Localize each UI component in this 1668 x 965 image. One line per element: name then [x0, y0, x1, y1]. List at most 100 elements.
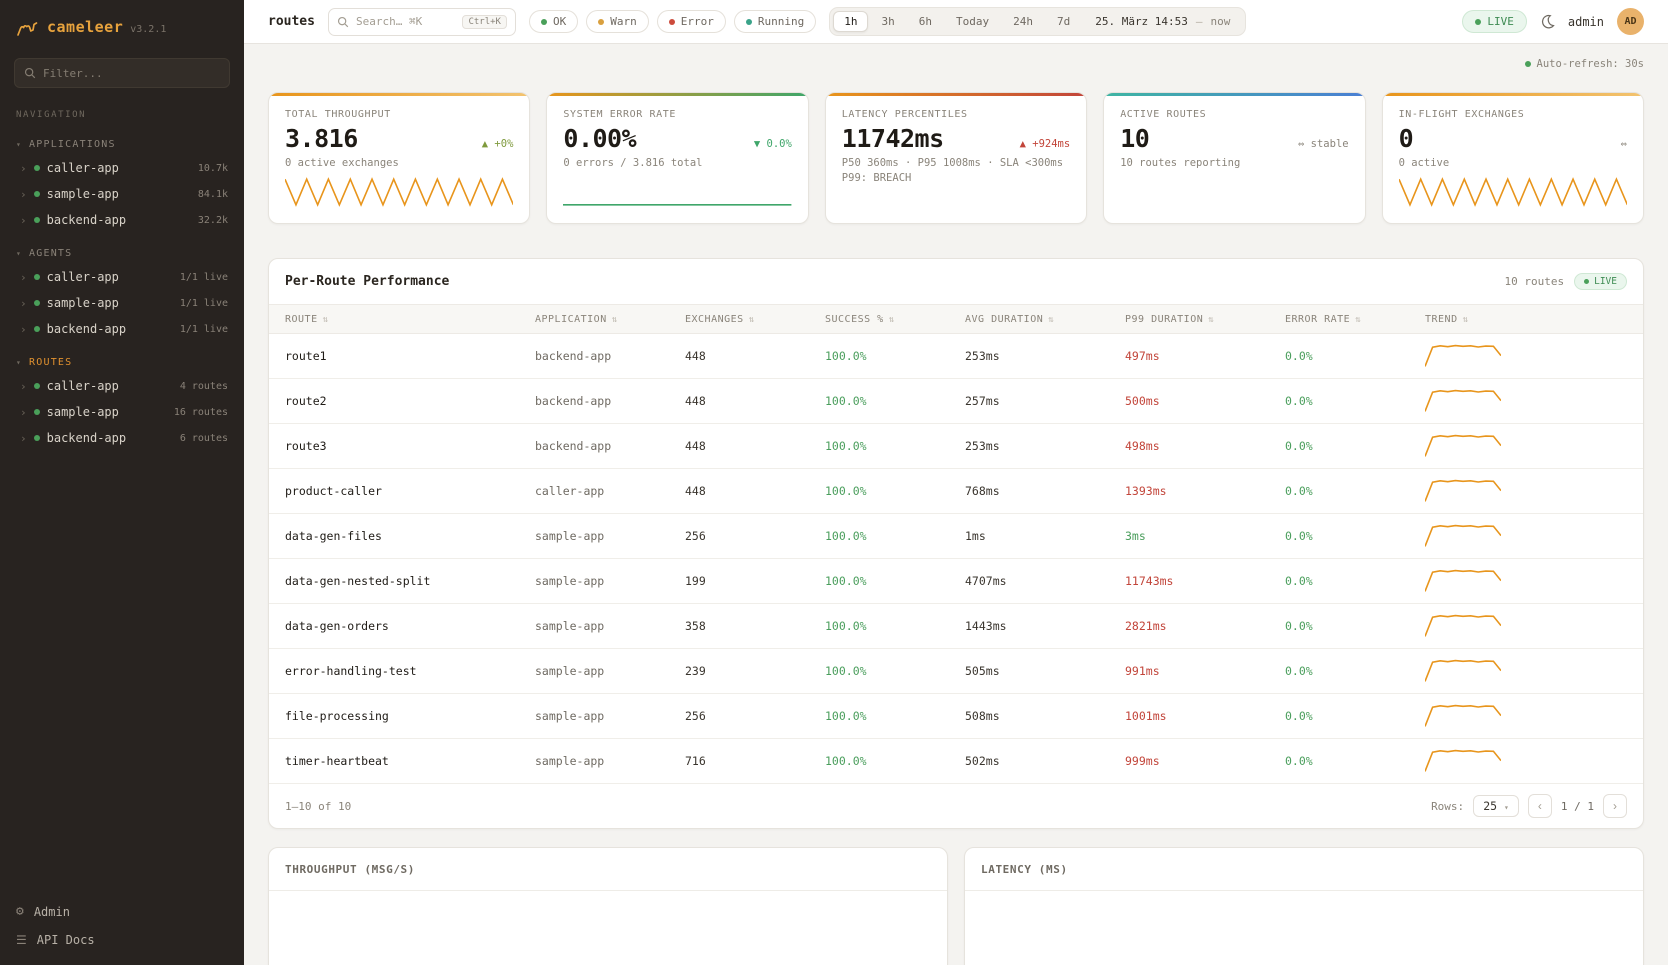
- time-range-button[interactable]: 24h: [1002, 11, 1044, 32]
- chart-panel: LATENCY (MS): [964, 847, 1644, 965]
- docs-icon: [16, 933, 27, 947]
- cell-route: data-gen-nested-split: [285, 574, 535, 588]
- section-header-agents[interactable]: AGENTS: [0, 243, 244, 264]
- time-range-button[interactable]: 7d: [1046, 11, 1081, 32]
- rows-per-page-select[interactable]: 25: [1473, 795, 1519, 817]
- table-row[interactable]: data-gen-files sample-app 256 100.0% 1ms…: [269, 514, 1643, 559]
- sidebar-item-badge: 1/1 live: [180, 298, 228, 309]
- cell-error-rate: 0.0%: [1285, 394, 1425, 408]
- table-live-badge: LIVE: [1574, 273, 1627, 290]
- cell-success: 100.0%: [825, 574, 965, 588]
- section-header-routes[interactable]: ROUTES: [0, 352, 244, 373]
- table-footer: 1–10 of 10 Rows: 25 ‹ 1 / 1 ›: [269, 784, 1643, 828]
- sidebar-item-label: caller-app: [47, 161, 119, 175]
- sidebar-item[interactable]: caller-app 4 routes: [0, 373, 244, 399]
- time-range-button[interactable]: Today: [945, 11, 1000, 32]
- table-row[interactable]: route3 backend-app 448 100.0% 253ms 498m…: [269, 424, 1643, 469]
- sidebar-item[interactable]: sample-app 1/1 live: [0, 290, 244, 316]
- sidebar-item-admin[interactable]: Admin: [16, 904, 228, 919]
- kpi-card: LATENCY PERCENTILES 11742ms ▲ +924ms P50…: [825, 92, 1087, 224]
- content: Auto-refresh: 30s TOTAL THROUGHPUT 3.816…: [244, 44, 1668, 965]
- column-header-label: TREND: [1425, 314, 1458, 325]
- cell-trend: [1425, 388, 1627, 414]
- brand-name: cameleer: [47, 18, 123, 36]
- prev-page-button[interactable]: ‹: [1528, 794, 1552, 818]
- kpi-value: 10: [1120, 124, 1149, 153]
- search-input[interactable]: [356, 15, 455, 28]
- auto-refresh-status: Auto-refresh: 30s: [268, 58, 1644, 70]
- trend-sparkline-chart: [1425, 568, 1501, 594]
- filter-chip[interactable]: Running: [734, 10, 816, 33]
- next-page-button[interactable]: ›: [1603, 794, 1627, 818]
- page-indicator: 1 / 1: [1561, 800, 1594, 813]
- live-indicator[interactable]: LIVE: [1462, 10, 1527, 33]
- avatar[interactable]: AD: [1617, 8, 1644, 35]
- table-row[interactable]: route1 backend-app 448 100.0% 253ms 497m…: [269, 334, 1643, 379]
- table-row[interactable]: error-handling-test sample-app 239 100.0…: [269, 649, 1643, 694]
- column-header[interactable]: ROUTE: [285, 314, 535, 325]
- sidebar-item[interactable]: caller-app 10.7k: [0, 155, 244, 181]
- column-header-label: P99 DURATION: [1125, 314, 1203, 325]
- column-header[interactable]: EXCHANGES: [685, 314, 825, 325]
- column-header[interactable]: TREND: [1425, 314, 1627, 325]
- filter-chip[interactable]: Warn: [586, 10, 649, 33]
- status-dot-icon: [34, 217, 40, 223]
- sidebar-item[interactable]: backend-app 6 routes: [0, 425, 244, 451]
- sidebar-item[interactable]: backend-app 32.2k: [0, 207, 244, 233]
- cell-avg-duration: 253ms: [965, 349, 1125, 363]
- kpi-value: 0: [1399, 124, 1414, 153]
- cell-error-rate: 0.0%: [1285, 529, 1425, 543]
- chip-dot-icon: [669, 19, 675, 25]
- table-row[interactable]: file-processing sample-app 256 100.0% 50…: [269, 694, 1643, 739]
- panel-title: Per-Route Performance: [285, 274, 449, 289]
- chevron-right-icon: [20, 161, 27, 175]
- sidebar-filter[interactable]: [14, 58, 230, 88]
- cell-avg-duration: 1ms: [965, 529, 1125, 543]
- dark-mode-toggle[interactable]: [1540, 14, 1555, 29]
- global-search[interactable]: Ctrl+K: [328, 8, 516, 36]
- time-range-button[interactable]: 1h: [833, 11, 868, 32]
- live-label: LIVE: [1487, 15, 1514, 28]
- sidebar-filter-input[interactable]: [43, 67, 220, 80]
- table-row[interactable]: data-gen-nested-split sample-app 199 100…: [269, 559, 1643, 604]
- cell-route: file-processing: [285, 709, 535, 723]
- cell-avg-duration: 505ms: [965, 664, 1125, 678]
- sidebar-item[interactable]: caller-app 1/1 live: [0, 264, 244, 290]
- sort-icon: [889, 314, 895, 325]
- section-header-applications[interactable]: APPLICATIONS: [0, 134, 244, 155]
- sidebar-item[interactable]: sample-app 84.1k: [0, 181, 244, 207]
- filter-chip[interactable]: Error: [657, 10, 726, 33]
- table-body: route1 backend-app 448 100.0% 253ms 497m…: [269, 334, 1643, 784]
- column-header[interactable]: P99 DURATION: [1125, 314, 1285, 325]
- sidebar-item[interactable]: sample-app 16 routes: [0, 399, 244, 425]
- cell-success: 100.0%: [825, 664, 965, 678]
- time-range-button[interactable]: 3h: [870, 11, 905, 32]
- chevron-right-icon: [20, 322, 27, 336]
- column-header[interactable]: ERROR RATE: [1285, 314, 1425, 325]
- sidebar-item[interactable]: backend-app 1/1 live: [0, 316, 244, 342]
- table-live-label: LIVE: [1594, 276, 1617, 287]
- chart-panel-body: [965, 891, 1643, 965]
- filter-chip[interactable]: OK: [529, 10, 578, 33]
- cell-exchanges: 256: [685, 709, 825, 723]
- time-range-button[interactable]: 6h: [908, 11, 943, 32]
- table-row[interactable]: product-caller caller-app 448 100.0% 768…: [269, 469, 1643, 514]
- column-header[interactable]: APPLICATION: [535, 314, 685, 325]
- kpi-subtitle: 0 active: [1399, 157, 1627, 169]
- sidebar-item-label: sample-app: [47, 296, 119, 310]
- table-row[interactable]: timer-heartbeat sample-app 716 100.0% 50…: [269, 739, 1643, 784]
- trend-sparkline-chart: [1425, 748, 1501, 774]
- camel-logo-icon: [16, 18, 40, 38]
- sidebar: cameleer v3.2.1 NAVIGATION APPLICATIONS …: [0, 0, 244, 965]
- column-header[interactable]: AVG DURATION: [965, 314, 1125, 325]
- sidebar-item-api-docs[interactable]: API Docs: [16, 933, 228, 947]
- section-applications: APPLICATIONS caller-app 10.7k sample-app…: [0, 134, 244, 233]
- table-row[interactable]: data-gen-orders sample-app 358 100.0% 14…: [269, 604, 1643, 649]
- cell-p99-duration: 497ms: [1125, 349, 1285, 363]
- cell-trend: [1425, 478, 1627, 504]
- column-header[interactable]: SUCCESS %: [825, 314, 965, 325]
- column-header-label: AVG DURATION: [965, 314, 1043, 325]
- chart-panel: THROUGHPUT (MSG/S): [268, 847, 948, 965]
- kpi-subtitle: P50 360ms · P95 1008ms · SLA <300ms: [842, 157, 1070, 169]
- table-row[interactable]: route2 backend-app 448 100.0% 257ms 500m…: [269, 379, 1643, 424]
